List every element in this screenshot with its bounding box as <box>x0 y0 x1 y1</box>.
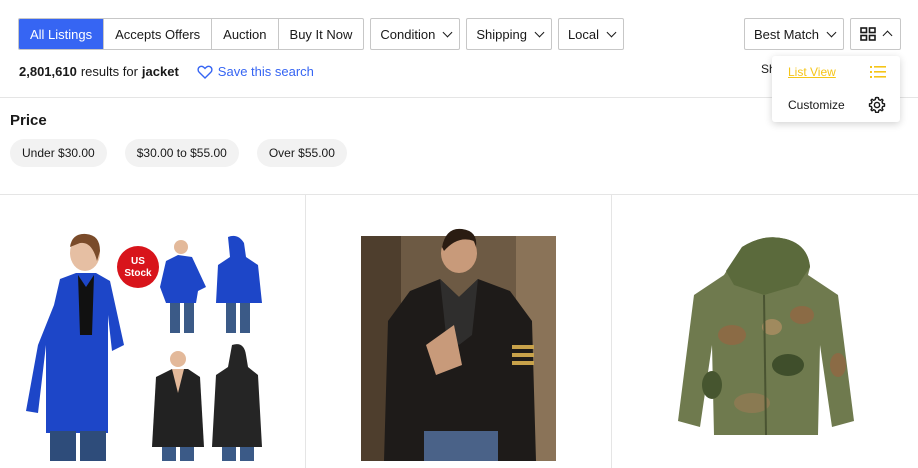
condition-dropdown[interactable]: Condition <box>370 18 461 50</box>
shipping-label: Shipping <box>476 26 527 42</box>
product-image[interactable]: US Stock <box>0 195 306 468</box>
list-view-option[interactable]: List View <box>788 63 886 81</box>
save-search-label: Save this search <box>217 64 314 79</box>
results-middle-text: results for <box>80 64 138 79</box>
product-grid: US Stock <box>0 195 918 468</box>
heart-icon <box>197 65 213 79</box>
filter-buy-it-now[interactable]: Buy It Now <box>279 19 364 49</box>
chevron-down-icon <box>826 27 837 37</box>
sort-label: Best Match <box>753 26 819 42</box>
chevron-down-icon <box>442 27 453 37</box>
product-card[interactable] <box>306 195 612 468</box>
list-view-icon <box>870 66 886 78</box>
list-view-label: List View <box>788 65 836 79</box>
results-count: 2,801,610 <box>19 64 77 79</box>
filter-bar: All Listings Accepts Offers Auction Buy … <box>18 18 625 50</box>
chevron-up-icon <box>882 30 893 41</box>
customize-label: Customize <box>788 98 845 112</box>
price-filter-title: Price <box>10 112 47 129</box>
search-query: jacket <box>141 64 179 79</box>
view-toggle-button[interactable] <box>850 18 901 50</box>
filter-accepts-offers[interactable]: Accepts Offers <box>104 19 213 49</box>
price-chip-30-to-55[interactable]: $30.00 to $55.00 <box>124 139 239 167</box>
price-chip-over-55[interactable]: Over $55.00 <box>256 139 347 167</box>
price-chip-under-30[interactable]: Under $30.00 <box>10 139 107 167</box>
results-summary: 2,801,610 results for jacket Save this s… <box>19 64 314 79</box>
chevron-down-icon <box>534 27 545 37</box>
svg-text:Stock: Stock <box>124 268 152 279</box>
view-options-menu: List View Customize <box>772 56 900 122</box>
local-label: Local <box>567 26 600 42</box>
svg-text:US: US <box>131 256 145 267</box>
condition-label: Condition <box>380 26 436 42</box>
gear-icon <box>868 96 886 113</box>
chevron-down-icon <box>606 27 617 37</box>
product-image[interactable] <box>306 195 612 468</box>
sort-dropdown[interactable]: Best Match <box>743 18 844 50</box>
grid-view-icon <box>860 27 876 41</box>
sort-view-group: Best Match <box>743 18 901 50</box>
product-card[interactable]: US Stock <box>0 195 306 468</box>
customize-option[interactable]: Customize <box>788 95 886 115</box>
product-card[interactable] <box>612 195 918 468</box>
filter-all-listings[interactable]: All Listings <box>19 19 105 49</box>
filter-auction[interactable]: Auction <box>212 19 279 49</box>
save-search-link[interactable]: Save this search <box>197 64 314 79</box>
price-chip-group: Under $30.00 $30.00 to $55.00 Over $55.0… <box>10 139 347 167</box>
local-dropdown[interactable]: Local <box>557 18 625 50</box>
product-image[interactable] <box>612 195 918 468</box>
listing-type-filter: All Listings Accepts Offers Auction Buy … <box>18 18 365 50</box>
shipping-dropdown[interactable]: Shipping <box>466 18 552 50</box>
